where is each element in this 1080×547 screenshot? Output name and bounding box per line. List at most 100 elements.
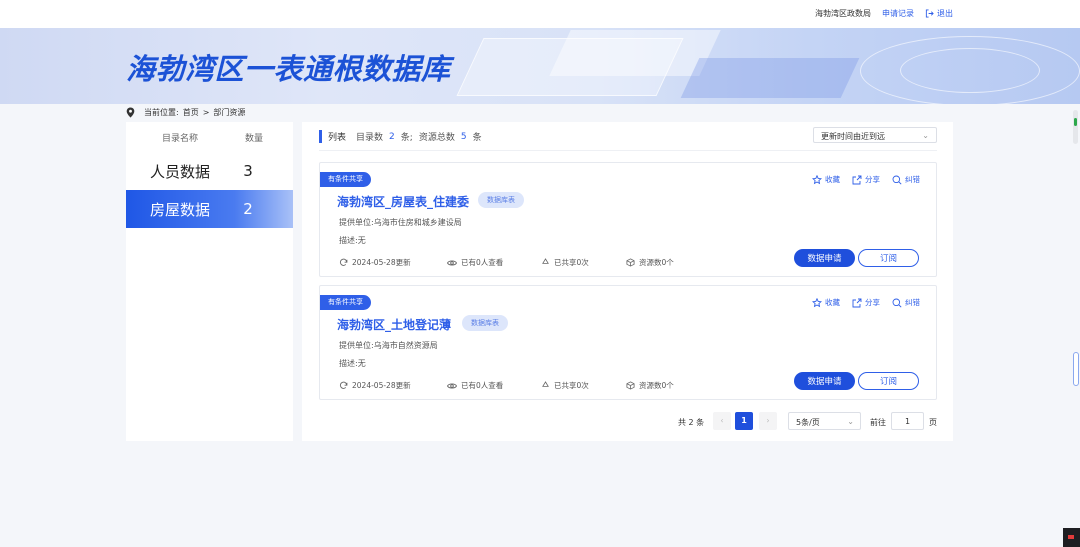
scrollbar-thumb[interactable] — [1073, 352, 1079, 386]
updated-text: 2024-05-28更新 — [352, 381, 411, 390]
resource-name-link[interactable]: 海勃湾区_土地登记薄 — [337, 316, 451, 333]
cube-icon — [626, 258, 635, 267]
subscribe-button[interactable]: 订阅 — [858, 372, 919, 390]
dir-count-suffix: 条; — [400, 133, 413, 143]
resource-type-badge: 数据库表 — [478, 192, 524, 208]
provider-text: 提供单位:乌海市自然资源局 — [339, 341, 438, 350]
res-count: 5 — [460, 131, 467, 142]
sidebar-item-count: 3 — [243, 162, 253, 180]
recycle-icon — [542, 381, 549, 387]
favorite-label: 收藏 — [825, 298, 840, 307]
shared-meta: 已共享0次 — [541, 380, 589, 391]
correct-label: 纠错 — [905, 298, 920, 307]
scrollbar-top-widget[interactable] — [1073, 110, 1078, 144]
banner-title: 海勃湾区一表通根数据库 — [126, 52, 451, 86]
logout-label: 退出 — [937, 9, 953, 18]
shared-text: 已共享0次 — [554, 258, 589, 267]
views-text: 已有0人查看 — [461, 258, 504, 267]
summary-accent-bar — [319, 130, 322, 143]
org-name: 海勃湾区政数局 — [815, 9, 871, 18]
col-name-header: 目录名称 — [161, 133, 198, 144]
dir-count-prefix: 目录数 — [356, 133, 384, 143]
recycle-icon — [542, 258, 549, 264]
eye-icon — [447, 383, 457, 388]
share-icon — [852, 298, 862, 307]
chevron-down-icon: ⌄ — [922, 131, 929, 140]
location-pin-icon — [126, 107, 135, 118]
resources-meta: 资源数0个 — [626, 257, 674, 268]
updated-meta: 2024-05-28更新 — [339, 257, 411, 268]
views-text: 已有0人查看 — [461, 381, 504, 390]
pagination-total: 共 2 条 — [678, 418, 705, 427]
favorite-label: 收藏 — [825, 175, 840, 184]
page-size-value: 5条/页 — [796, 418, 820, 427]
logout-button[interactable]: 退出 — [925, 8, 953, 19]
list-summary: 列表 目录数 2 条; 资源总数 5 条 — [319, 130, 482, 143]
share-button[interactable]: 分享 — [852, 174, 880, 185]
pagination-next-button[interactable]: › — [759, 412, 777, 430]
pagination-page-1[interactable]: 1 — [735, 412, 753, 430]
res-count-prefix: 资源总数 — [418, 133, 455, 143]
sidebar-item-count: 2 — [243, 200, 253, 218]
sort-selected-value: 更新时间由近到远 — [821, 132, 885, 141]
banner-decoration — [900, 48, 1040, 93]
banner-decoration — [680, 58, 860, 98]
breadcrumb: 当前位置: 首页 > 部门资源 — [126, 107, 245, 118]
sidebar-item-personnel-data[interactable]: 人员数据 3 — [126, 152, 293, 190]
star-icon — [812, 297, 822, 307]
favorite-button[interactable]: 收藏 — [812, 174, 840, 185]
resource-type-badge: 数据库表 — [462, 315, 508, 331]
description-text: 描述:无 — [339, 359, 366, 368]
page-unit-label: 页 — [929, 418, 937, 427]
breadcrumb-prefix: 当前位置: — [144, 108, 179, 117]
description-text: 描述:无 — [339, 236, 366, 245]
favorite-button[interactable]: 收藏 — [812, 297, 840, 308]
breadcrumb-separator: > — [202, 108, 210, 117]
resources-text: 资源数0个 — [639, 258, 674, 267]
res-count-suffix: 条 — [472, 133, 482, 143]
refresh-icon — [339, 381, 348, 389]
breadcrumb-home[interactable]: 首页 — [183, 107, 199, 118]
share-label: 分享 — [865, 298, 880, 307]
top-bar: 海勃湾区政数局 申请记录 退出 — [0, 0, 1080, 28]
data-apply-button[interactable]: 数据申请 — [794, 249, 855, 267]
subscribe-button[interactable]: 订阅 — [858, 249, 919, 267]
card-actions: 收藏 分享 纠错 — [812, 174, 920, 185]
card-actions: 收藏 分享 纠错 — [812, 297, 920, 308]
share-button[interactable]: 分享 — [852, 297, 880, 308]
cube-icon — [626, 381, 635, 390]
dir-count: 2 — [389, 131, 395, 142]
shared-text: 已共享0次 — [554, 381, 589, 390]
sidebar-item-housing-data[interactable]: 房屋数据 2 — [126, 190, 293, 228]
correct-button[interactable]: 纠错 — [892, 174, 920, 185]
share-condition-tag: 有条件共享 — [320, 295, 371, 310]
resource-name-link[interactable]: 海勃湾区_房屋表_住建委 — [337, 193, 469, 210]
sidebar-header: 目录名称 数量 — [126, 122, 293, 152]
divider — [319, 150, 937, 151]
logout-icon — [925, 9, 934, 18]
catalog-sidebar: 目录名称 数量 人员数据 3 房屋数据 2 — [126, 122, 293, 441]
goto-page-input[interactable]: 1 — [891, 412, 924, 430]
corner-widget-icon[interactable] — [1063, 528, 1080, 547]
sort-select[interactable]: 更新时间由近到远 ⌄ — [813, 127, 937, 143]
search-icon — [892, 298, 902, 308]
updated-meta: 2024-05-28更新 — [339, 380, 411, 391]
shared-meta: 已共享0次 — [541, 257, 589, 268]
correct-label: 纠错 — [905, 175, 920, 184]
updated-text: 2024-05-28更新 — [352, 258, 411, 267]
apply-records-link[interactable]: 申请记录 — [882, 8, 914, 19]
views-meta: 已有0人查看 — [447, 257, 503, 268]
data-apply-button[interactable]: 数据申请 — [794, 372, 855, 390]
provider-text: 提供单位:乌海市住房和城乡建设局 — [339, 218, 462, 227]
goto-label: 前往 — [870, 418, 886, 427]
list-label: 列表 — [328, 133, 347, 143]
share-label: 分享 — [865, 175, 880, 184]
resources-meta: 资源数0个 — [626, 380, 674, 391]
resources-text: 资源数0个 — [639, 381, 674, 390]
sidebar-item-label: 人员数据 — [149, 162, 210, 181]
share-icon — [852, 175, 862, 184]
page-size-select[interactable]: 5条/页 ⌄ — [788, 412, 861, 430]
correct-button[interactable]: 纠错 — [892, 297, 920, 308]
search-icon — [892, 175, 902, 185]
pagination-prev-button[interactable]: ‹ — [713, 412, 731, 430]
